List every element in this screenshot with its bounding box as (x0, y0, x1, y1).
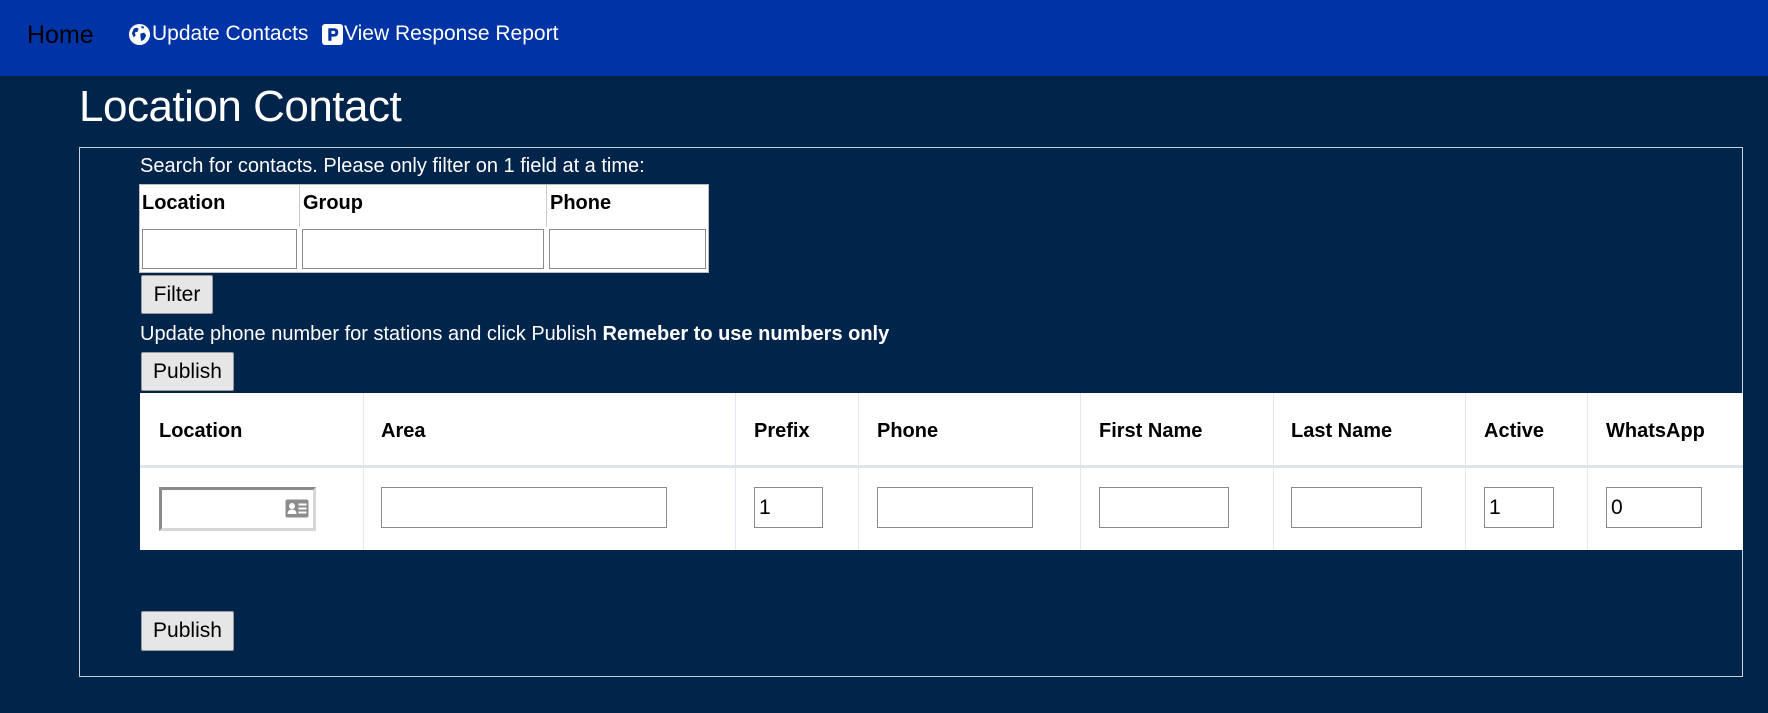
filter-instruction: Search for contacts. Please only filter … (140, 155, 645, 177)
publish-button-top[interactable]: Publish (141, 352, 234, 391)
grid-column-divider (363, 393, 364, 550)
filter-header-location: Location (142, 192, 226, 214)
prefix-input[interactable] (754, 487, 823, 528)
grid-header-location: Location (159, 420, 243, 442)
filter-header-group: Group (303, 192, 363, 214)
grid-header-active: Active (1484, 420, 1545, 442)
grid-column-divider (858, 393, 859, 550)
last-name-input[interactable] (1291, 487, 1422, 528)
nav-view-response-report-label: View Response Report (344, 22, 559, 45)
parking-icon (322, 23, 344, 45)
grid-header-whatsapp: WhatsApp (1606, 420, 1705, 442)
nav-home-link[interactable]: Home (27, 19, 94, 51)
location-input[interactable] (159, 487, 316, 531)
update-instruction: Update phone number for stations and cli… (140, 322, 889, 346)
nav-view-response-report-link[interactable]: View Response Report (322, 20, 558, 48)
grid-header-prefix: Prefix (754, 420, 810, 442)
first-name-input[interactable] (1099, 487, 1229, 528)
grid-column-divider (1273, 393, 1274, 550)
page-title: Location Contact (79, 82, 402, 131)
contact-card-icon[interactable] (285, 499, 309, 523)
nav-update-contacts-label: Update Contacts (152, 22, 309, 45)
filter-button[interactable]: Filter (141, 275, 213, 314)
whatsapp-input[interactable] (1606, 487, 1702, 528)
filter-location-input[interactable] (142, 229, 297, 269)
grid-column-divider (1587, 393, 1588, 550)
update-instruction-warning: Remeber to use numbers only (602, 323, 890, 345)
filter-group-input[interactable] (302, 229, 544, 269)
grid-header-last-name: Last Name (1291, 420, 1393, 442)
filter-header-phone: Phone (550, 192, 612, 214)
phone-input[interactable] (877, 487, 1033, 528)
filter-column-divider (299, 185, 300, 227)
nav-update-contacts-link[interactable]: Update Contacts (128, 20, 308, 48)
active-input[interactable] (1484, 487, 1554, 528)
filter-phone-input[interactable] (549, 229, 706, 269)
grid-header-separator (140, 465, 1743, 468)
top-navbar: Home Update Contacts View Response Repor… (0, 0, 1768, 76)
filter-column-divider (546, 185, 547, 227)
grid-header-phone: Phone (877, 420, 939, 442)
grid-column-divider (1080, 393, 1081, 550)
grid-column-divider (1465, 393, 1466, 550)
area-input[interactable] (381, 487, 667, 528)
grid-column-divider (735, 393, 736, 550)
globe-icon (128, 23, 152, 46)
update-instruction-text: Update phone number for stations and cli… (140, 323, 603, 345)
publish-button-bottom[interactable]: Publish (141, 611, 234, 651)
grid-header-area: Area (381, 420, 426, 442)
filter-table: Location Group Phone (139, 184, 709, 273)
grid-header-first-name: First Name (1099, 420, 1203, 442)
contacts-grid: Location Area Prefix Phone First Name La… (140, 393, 1743, 550)
